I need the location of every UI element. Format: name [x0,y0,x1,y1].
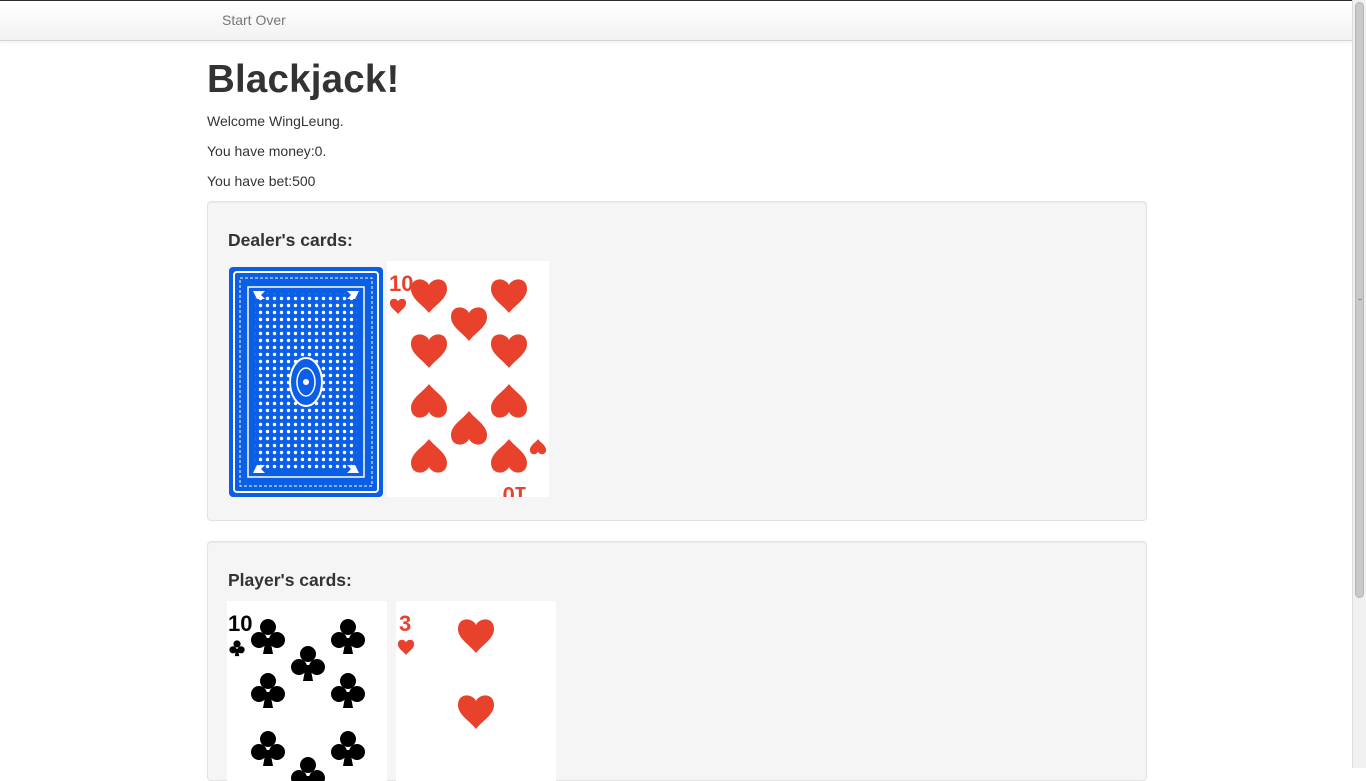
start-over-link[interactable]: Start Over [222,12,286,28]
player-cards-heading: Player's cards: [228,570,352,590]
svg-text:10: 10 [228,611,252,636]
player-card-3-hearts: 3 [396,601,556,781]
navbar: Start Over [0,0,1352,41]
ten-of-clubs-icon: 10 [227,601,387,781]
scrollbar-thumb[interactable] [1355,2,1364,598]
dealer-card-10-hearts: 10 10 [387,261,549,497]
money-text: You have money:0. [207,143,327,159]
player-cards-panel: Player's cards: 10 3 [207,541,1147,781]
scrollbar-grip [1358,299,1362,300]
svg-text:10: 10 [503,482,527,497]
card-back-icon [229,267,383,497]
ten-of-hearts-icon: 10 10 [387,261,549,497]
svg-text:10: 10 [389,271,413,296]
dealer-cards-panel: Dealer's cards: 10 10 [207,201,1147,521]
svg-text:3: 3 [399,611,411,636]
vertical-scrollbar[interactable] [1352,0,1366,768]
player-card-10-clubs: 10 [227,601,387,781]
dealer-cards-heading: Dealer's cards: [228,230,353,250]
welcome-text: Welcome WingLeung. [207,113,344,129]
three-of-hearts-icon: 3 [396,601,556,781]
dealer-card-back [229,267,383,497]
bet-text: You have bet:500 [207,173,316,189]
page-title: Blackjack! [207,58,400,101]
